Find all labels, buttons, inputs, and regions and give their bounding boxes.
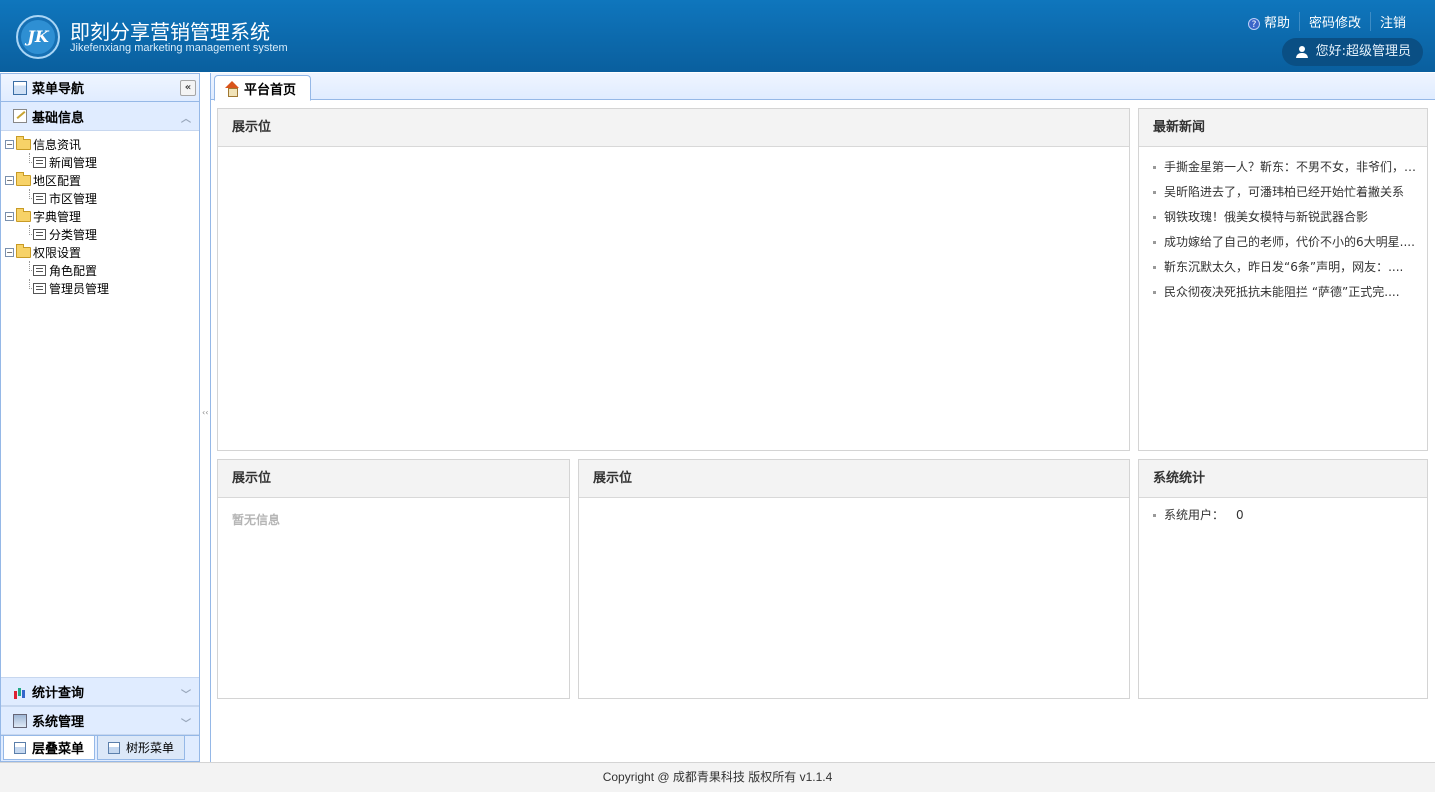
app-subtitle: Jikefenxiang marketing management system [70, 42, 288, 54]
news-item[interactable]: 靳东沉默太久，昨日发“6条”声明，网友：.... [1153, 255, 1417, 280]
news-panel: 最新新闻 手撕金星第一人？靳东：不男不女，非爷们，.... 吴昕陷进去了，可潘玮… [1138, 108, 1428, 451]
panel-title: 系统统计 [1139, 460, 1427, 498]
empty-message: 暂无信息 [232, 513, 281, 527]
layout-splitter[interactable]: ‹‹ [201, 73, 209, 762]
tree-item-admin-manage[interactable]: 管理员管理 [5, 279, 199, 297]
user-greeting[interactable]: 您好:超级管理员 [1281, 38, 1423, 66]
tree-item-news-manage[interactable]: 新闻管理 [5, 153, 199, 171]
folder-icon [16, 207, 31, 222]
news-list: 手撕金星第一人？靳东：不男不女，非爷们，.... 吴昕陷进去了，可潘玮柏已经开始… [1153, 151, 1417, 305]
collapse-sidebar-button[interactable]: « [180, 80, 196, 96]
page-icon [33, 264, 46, 276]
display-panel-3: 展示位 [578, 459, 1130, 699]
footer: Copyright @ 成都青果科技 版权所有 v1.1.4 [0, 762, 1435, 792]
panel-title: 最新新闻 [1139, 109, 1427, 147]
panel-title: 展示位 [579, 460, 1129, 498]
computer-icon [13, 713, 27, 728]
stat-system-users: 系统用户： 0 [1153, 503, 1417, 528]
change-password-link[interactable]: 密码修改 [1298, 12, 1370, 31]
tab-platform-home[interactable]: 平台首页 [214, 75, 312, 101]
tree-folder-permissions[interactable]: − 权限设置 [5, 243, 199, 261]
news-item[interactable]: 钢铁玫瑰！俄美女模特与新锐武器合影 [1153, 205, 1417, 230]
news-item[interactable]: 吴昕陷进去了，可潘玮柏已经开始忙着撇关系 [1153, 180, 1417, 205]
chart-icon [13, 685, 27, 699]
collapsed-sections: 统计查询 ﹀ 系统管理 ﹀ [1, 677, 199, 735]
display-panel-2: 展示位 暂无信息 [217, 459, 570, 699]
section-basic-info[interactable]: 基础信息 ︿ [1, 102, 199, 131]
tree-item-city-manage[interactable]: 市区管理 [5, 189, 199, 207]
tab-cascade-menu[interactable]: 层叠菜单 [3, 736, 96, 760]
tree-folder-dictionary[interactable]: − 字典管理 [5, 207, 199, 225]
collapse-toggle-icon[interactable]: − [5, 247, 14, 257]
menu-nav-icon [13, 80, 27, 95]
chevron-down-icon: ﹀ [181, 690, 191, 701]
news-item[interactable]: 民众彻夜决死抵抗未能阻拦 “萨德”正式完.... [1153, 280, 1417, 305]
tree-item-role-config[interactable]: 角色配置 [5, 261, 199, 279]
logout-link[interactable]: 注销 [1369, 12, 1415, 31]
collapse-toggle-icon[interactable]: − [5, 139, 14, 149]
list-icon [14, 741, 26, 754]
folder-icon [16, 243, 31, 258]
chevron-up-icon: ︿ [181, 114, 191, 125]
stat-value: 0 [1236, 508, 1244, 522]
help-link[interactable]: ? 帮助 [1239, 12, 1299, 31]
tree-item-category-manage[interactable]: 分类管理 [5, 225, 199, 243]
tab-bar: 平台首页 [211, 73, 1435, 101]
chevron-down-icon: ﹀ [181, 719, 191, 730]
page-icon [33, 228, 46, 240]
home-icon [225, 81, 239, 97]
section-statistics[interactable]: 统计查询 ﹀ [1, 677, 199, 706]
page-icon [33, 192, 46, 204]
panel-title: 展示位 [218, 109, 1129, 147]
panel-title: 展示位 [218, 460, 569, 498]
news-item[interactable]: 成功嫁给了自己的老师，代价不小的6大明星.... [1153, 230, 1417, 255]
edit-note-icon [13, 109, 27, 123]
app-title: 即刻分享营销管理系统 [70, 20, 270, 44]
tab-tree-menu[interactable]: 树形菜单 [97, 736, 186, 760]
page-icon [33, 282, 46, 294]
folder-icon [16, 135, 31, 150]
sidebar-tabs: 层叠菜单 树形菜单 [1, 735, 199, 761]
news-item[interactable]: 手撕金星第一人？靳东：不男不女，非爷们，.... [1153, 155, 1417, 180]
collapse-toggle-icon[interactable]: − [5, 211, 14, 221]
sidebar-header: 菜单导航 « [1, 74, 199, 102]
stats-panel: 系统统计 系统用户： 0 [1138, 459, 1428, 699]
collapse-toggle-icon[interactable]: − [5, 175, 14, 185]
sidebar: 菜单导航 « 基础信息 ︿ − 信息资讯 新闻管理 − 地区配置 市区管理 − … [0, 73, 200, 762]
tree-folder-info[interactable]: − 信息资讯 [5, 135, 199, 153]
user-icon [1295, 46, 1308, 58]
help-icon: ? [1247, 18, 1260, 30]
section-system-manage[interactable]: 系统管理 ﹀ [1, 706, 199, 735]
top-links: ? 帮助 密码修改 注销 [1239, 12, 1415, 31]
splitter-grip-icon[interactable]: ‹‹ [202, 408, 208, 438]
tree-folder-region[interactable]: − 地区配置 [5, 171, 199, 189]
display-panel-1: 展示位 [217, 108, 1130, 451]
menu-tree: − 信息资讯 新闻管理 − 地区配置 市区管理 − 字典管理 分类管理 − 权限… [1, 131, 199, 297]
app-header: JK 即刻分享营销管理系统 Jikefenxiang marketing man… [0, 0, 1435, 72]
logo: JK [16, 15, 60, 59]
tree-icon [108, 741, 121, 754]
folder-icon [16, 171, 31, 186]
page-icon [33, 156, 46, 168]
main-area: 平台首页 展示位 最新新闻 手撕金星第一人？靳东：不男不女，非爷们，.... 吴… [210, 73, 1435, 762]
